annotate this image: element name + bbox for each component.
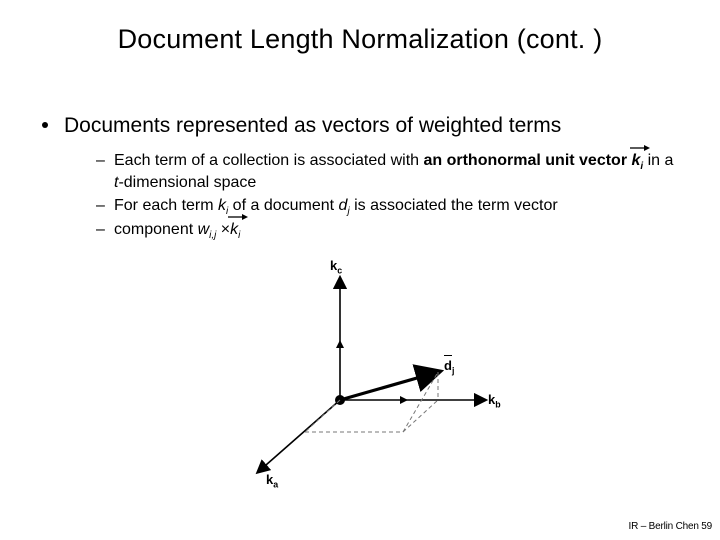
bullet-text: Documents represented as vectors of weig… (64, 114, 561, 137)
unit-vector-ki: ki (632, 150, 644, 172)
k-sub-i: i (640, 161, 643, 172)
vector-space-figure: kc kb ka dj (230, 260, 530, 490)
w-var: w (198, 221, 210, 238)
vector-arrow-icon (630, 144, 650, 152)
sub3-pre: component (114, 221, 198, 238)
sub-bullet-2-text: For each term ki of a document dj is ass… (114, 195, 680, 217)
k-var: k (218, 197, 226, 214)
bullet-dot-icon (42, 122, 48, 128)
sub-bullet-3: – component wi,j ×ki (96, 219, 680, 241)
sub1-post2: -dimensional space (118, 174, 256, 191)
sub-bullet-1-text: Each term of a collection is associated … (114, 150, 680, 193)
axis-label-ka: ka (266, 472, 278, 487)
k-sub-c: c (337, 266, 342, 276)
sub-bullet-1: – Each term of a collection is associate… (96, 150, 680, 193)
vector-ki-inline: ki (230, 219, 240, 241)
times-symbol: × (221, 221, 230, 238)
slide: Document Length Normalization (cont. ) D… (0, 0, 720, 540)
k-var: k (230, 221, 238, 238)
sub-bullet-2: – For each term ki of a document dj is a… (96, 195, 680, 217)
bullet-level-1: Documents represented as vectors of weig… (42, 114, 680, 138)
dash-icon: – (96, 150, 114, 193)
dash-icon: – (96, 219, 114, 241)
vector-diagram-svg (230, 260, 530, 490)
sub1-bold: an orthonormal unit vector (423, 152, 631, 169)
sub-bullet-3-text: component wi,j ×ki (114, 219, 680, 241)
sub2-post: is associated the term vector (350, 197, 558, 214)
axis-label-kc: kc (330, 258, 342, 273)
sub2-pre: For each term (114, 197, 218, 214)
d-var: d (444, 358, 452, 373)
k-sub-a: a (273, 480, 278, 490)
sub-bullets: – Each term of a collection is associate… (96, 150, 680, 242)
axis-label-kb: kb (488, 392, 501, 407)
w-sub-ij: i,j (209, 230, 216, 241)
sub1-pre: Each term of a collection is associated … (114, 152, 423, 169)
vector-label-dj: dj (444, 358, 454, 373)
d-sub-j: j (452, 366, 454, 376)
slide-title: Document Length Normalization (cont. ) (0, 24, 720, 55)
k-sub-b: b (495, 400, 500, 410)
sub1-post1: in a (643, 152, 673, 169)
k-sub-i: i (238, 230, 240, 241)
dash-icon: – (96, 195, 114, 217)
sub2-mid: of a document (228, 197, 338, 214)
overline-icon (444, 355, 452, 356)
slide-footer: IR – Berlin Chen 59 (629, 521, 712, 532)
